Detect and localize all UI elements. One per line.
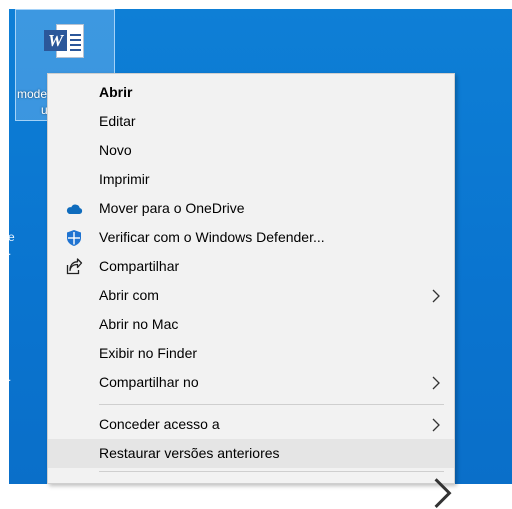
menu-item-editar[interactable]: Editar (48, 107, 454, 136)
menu-item-label: Mover para o OneDrive (99, 200, 245, 216)
menu-item-mover-para-onedrive[interactable]: Mover para o OneDrive (48, 194, 454, 223)
desktop-edge-text: . (9, 245, 11, 257)
menu-item-label: Verificar com o Windows Defender... (99, 229, 325, 245)
chevron-right-icon (432, 418, 440, 432)
menu-item-label: Restaurar versões anteriores (99, 445, 280, 461)
menu-item-compartilhar[interactable]: Compartilhar (48, 252, 454, 281)
menu-item-abrir-no-mac[interactable]: Abrir no Mac (48, 310, 454, 339)
menu-item-exibir-no-finder[interactable]: Exibir no Finder (48, 339, 454, 368)
chevron-right-icon (434, 478, 452, 508)
context-menu: Abrir Editar Novo Imprimir Mover para o … (47, 73, 455, 508)
menu-separator (99, 471, 444, 472)
menu-item-abrir[interactable]: Abrir (48, 78, 454, 107)
menu-item-label: Compartilhar (99, 258, 180, 274)
menu-item-restaurar-versoes[interactable]: Restaurar versões anteriores (48, 439, 454, 468)
menu-item-label: Novo (99, 142, 132, 158)
menu-item-novo[interactable]: Novo (48, 136, 454, 165)
chevron-right-icon (432, 289, 440, 303)
menu-item-label: Abrir com (99, 287, 159, 303)
menu-separator (99, 404, 444, 405)
share-icon (66, 258, 83, 275)
menu-item-verificar-windows-defender[interactable]: Verificar com o Windows Defender... (48, 223, 454, 252)
menu-item-label: Compartilhar no (99, 374, 199, 390)
menu-item-abrir-com[interactable]: Abrir com (48, 281, 454, 310)
file-name-line-1: mode (17, 87, 48, 101)
desktop-edge-text: . (9, 371, 11, 383)
onedrive-cloud-icon (66, 204, 83, 214)
windows-defender-shield-icon (67, 230, 81, 246)
desktop-edge-text: e (9, 230, 15, 244)
menu-item-label: Conceder acesso a (99, 416, 220, 432)
word-icon: W (44, 30, 67, 51)
menu-item-conceder-acesso[interactable]: Conceder acesso a (48, 410, 454, 439)
menu-item-label: Abrir no Mac (99, 316, 179, 332)
menu-item-label: Editar (99, 113, 136, 129)
menu-item-label: Abrir (99, 84, 133, 100)
menu-item-label: Exibir no Finder (99, 345, 198, 361)
chevron-right-icon (432, 376, 440, 390)
menu-item-label: Imprimir (99, 171, 150, 187)
menu-item-imprimir[interactable]: Imprimir (48, 165, 454, 194)
menu-item-compartilhar-no[interactable]: Compartilhar no (48, 368, 454, 397)
